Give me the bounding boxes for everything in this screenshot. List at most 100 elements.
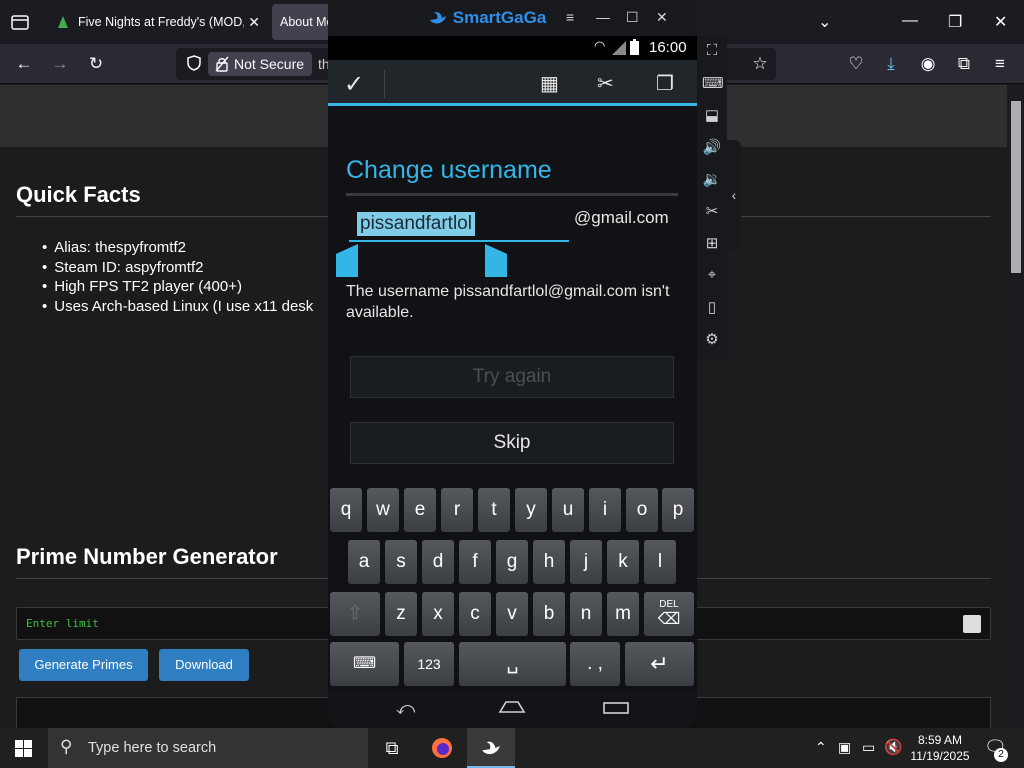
- extensions-icon[interactable]: ⧉: [954, 54, 974, 74]
- key-t[interactable]: t: [478, 488, 510, 532]
- screenshot-cut-icon[interactable]: ✂: [702, 202, 722, 220]
- selection-end-handle[interactable]: [485, 244, 507, 277]
- account-icon[interactable]: ◉: [918, 54, 938, 74]
- tray-display-icon[interactable]: ▭: [862, 739, 875, 756]
- shield-icon[interactable]: [184, 54, 204, 74]
- space-key-icon[interactable]: ␣: [459, 642, 566, 686]
- settings-gear-icon[interactable]: ⚙: [702, 330, 722, 348]
- emulator-menu-icon[interactable]: ≡: [566, 9, 574, 25]
- tab-favicon-icon: [58, 16, 68, 28]
- username-input[interactable]: pissandfartlol: [349, 208, 569, 242]
- tab-list-icon[interactable]: [8, 10, 32, 34]
- key-x[interactable]: x: [422, 592, 454, 636]
- nav-home-icon[interactable]: [498, 700, 526, 719]
- key-r[interactable]: r: [441, 488, 473, 532]
- nav-recents-icon[interactable]: [603, 701, 629, 720]
- swan-logo-icon: [430, 12, 446, 24]
- windows-start-icon[interactable]: [15, 740, 32, 762]
- key-e[interactable]: e: [404, 488, 436, 532]
- key-p[interactable]: p: [662, 488, 694, 532]
- multi-instance-icon[interactable]: ⊞: [702, 234, 722, 252]
- key-q[interactable]: q: [330, 488, 362, 532]
- nav-back-icon[interactable]: ⤺: [396, 698, 415, 719]
- emulator-close-icon[interactable]: ✕: [656, 9, 668, 26]
- scrollbar-thumb[interactable]: [1011, 101, 1021, 273]
- shake-icon[interactable]: ▯: [702, 298, 722, 316]
- volume-down-icon[interactable]: 🔉: [702, 170, 722, 188]
- cut-icon[interactable]: ✂: [597, 71, 614, 96]
- key-m[interactable]: m: [607, 592, 639, 636]
- username-selection[interactable]: pissandfartlol: [357, 212, 475, 236]
- key-u[interactable]: u: [552, 488, 584, 532]
- try-again-button[interactable]: Try again: [350, 356, 674, 398]
- backspace-icon: ⌫: [657, 611, 681, 628]
- skip-button[interactable]: Skip: [350, 422, 674, 464]
- chevron-down-icon[interactable]: ⌄: [818, 12, 831, 32]
- generate-primes-button[interactable]: Generate Primes: [19, 649, 148, 681]
- forward-arrow-icon[interactable]: →: [50, 54, 70, 74]
- close-tab-icon[interactable]: ✕: [248, 14, 260, 31]
- lock-warning-icon: [215, 56, 229, 72]
- select-all-icon[interactable]: ▦: [540, 71, 559, 96]
- firefox-taskbar-icon[interactable]: [418, 728, 466, 768]
- key-z[interactable]: z: [385, 592, 417, 636]
- key-j[interactable]: j: [570, 540, 602, 584]
- key-c[interactable]: c: [459, 592, 491, 636]
- emulator-minimize-icon[interactable]: —: [596, 9, 610, 25]
- tray-clock[interactable]: 8:59 AM 11/19/2025: [908, 732, 972, 764]
- collapse-toolbar-chevron-icon[interactable]: ‹: [727, 140, 741, 250]
- enter-key-icon[interactable]: ↵: [625, 642, 694, 686]
- install-apk-icon[interactable]: ⬓: [702, 106, 722, 124]
- numbers-key[interactable]: 123: [404, 642, 454, 686]
- pocket-icon[interactable]: ♡: [846, 54, 866, 74]
- volume-up-icon[interactable]: 🔊: [702, 138, 722, 156]
- key-h[interactable]: h: [533, 540, 565, 584]
- bookmark-star-icon[interactable]: ☆: [750, 54, 770, 74]
- number-spinner-icon[interactable]: [963, 615, 981, 633]
- page-scrollbar[interactable]: [1007, 85, 1024, 728]
- key-l[interactable]: l: [644, 540, 676, 584]
- key-g[interactable]: g: [496, 540, 528, 584]
- download-icon[interactable]: ⤓: [881, 54, 901, 74]
- keyboard-mapping-icon[interactable]: ⌨: [702, 74, 724, 92]
- punctuation-key[interactable]: . ,: [570, 642, 620, 686]
- reload-icon[interactable]: ↻: [86, 54, 106, 74]
- smartgaga-taskbar-icon[interactable]: [467, 728, 515, 768]
- tray-chevron-up-icon[interactable]: ⌃: [815, 739, 827, 756]
- key-n[interactable]: n: [570, 592, 602, 636]
- key-a[interactable]: a: [348, 540, 380, 584]
- taskbar-search-box[interactable]: ⚲ Type here to search: [48, 728, 368, 768]
- minimize-icon[interactable]: —: [902, 12, 918, 30]
- restore-icon[interactable]: ❐: [948, 12, 962, 32]
- emulator-title-bar[interactable]: SmartGaGa ≡ — ☐ ✕: [328, 0, 697, 36]
- key-b[interactable]: b: [533, 592, 565, 636]
- selection-start-handle[interactable]: [336, 244, 358, 277]
- copy-icon[interactable]: ❐: [656, 71, 674, 96]
- key-y[interactable]: y: [515, 488, 547, 532]
- location-icon[interactable]: ⌖: [702, 266, 722, 283]
- key-s[interactable]: s: [385, 540, 417, 584]
- checkmark-icon[interactable]: ✓: [344, 70, 364, 99]
- tray-volume-muted-icon[interactable]: 🔇: [884, 738, 903, 756]
- download-button[interactable]: Download: [159, 649, 249, 681]
- task-view-icon[interactable]: ⧉: [368, 728, 416, 768]
- not-secure-badge[interactable]: Not Secure: [208, 52, 313, 76]
- key-o[interactable]: o: [626, 488, 658, 532]
- fullscreen-icon[interactable]: ⛶: [702, 42, 722, 59]
- key-i[interactable]: i: [589, 488, 621, 532]
- key-k[interactable]: k: [607, 540, 639, 584]
- shift-key-icon[interactable]: ⇧: [330, 592, 380, 636]
- back-arrow-icon[interactable]: ←: [14, 54, 34, 74]
- menu-icon[interactable]: ≡: [990, 54, 1010, 74]
- delete-key[interactable]: DEL ⌫: [644, 592, 694, 636]
- tab-fnaf[interactable]: Five Nights at Freddy's (MOD, U ✕: [44, 4, 266, 40]
- key-v[interactable]: v: [496, 592, 528, 636]
- emulator-maximize-icon[interactable]: ☐: [626, 9, 639, 26]
- keyboard-switch-icon[interactable]: ⌨: [330, 642, 399, 686]
- search-icon: ⚲: [60, 737, 73, 756]
- key-d[interactable]: d: [422, 540, 454, 584]
- key-w[interactable]: w: [367, 488, 399, 532]
- close-window-icon[interactable]: ✕: [994, 12, 1007, 32]
- tray-network-icon[interactable]: ▣: [838, 739, 851, 756]
- key-f[interactable]: f: [459, 540, 491, 584]
